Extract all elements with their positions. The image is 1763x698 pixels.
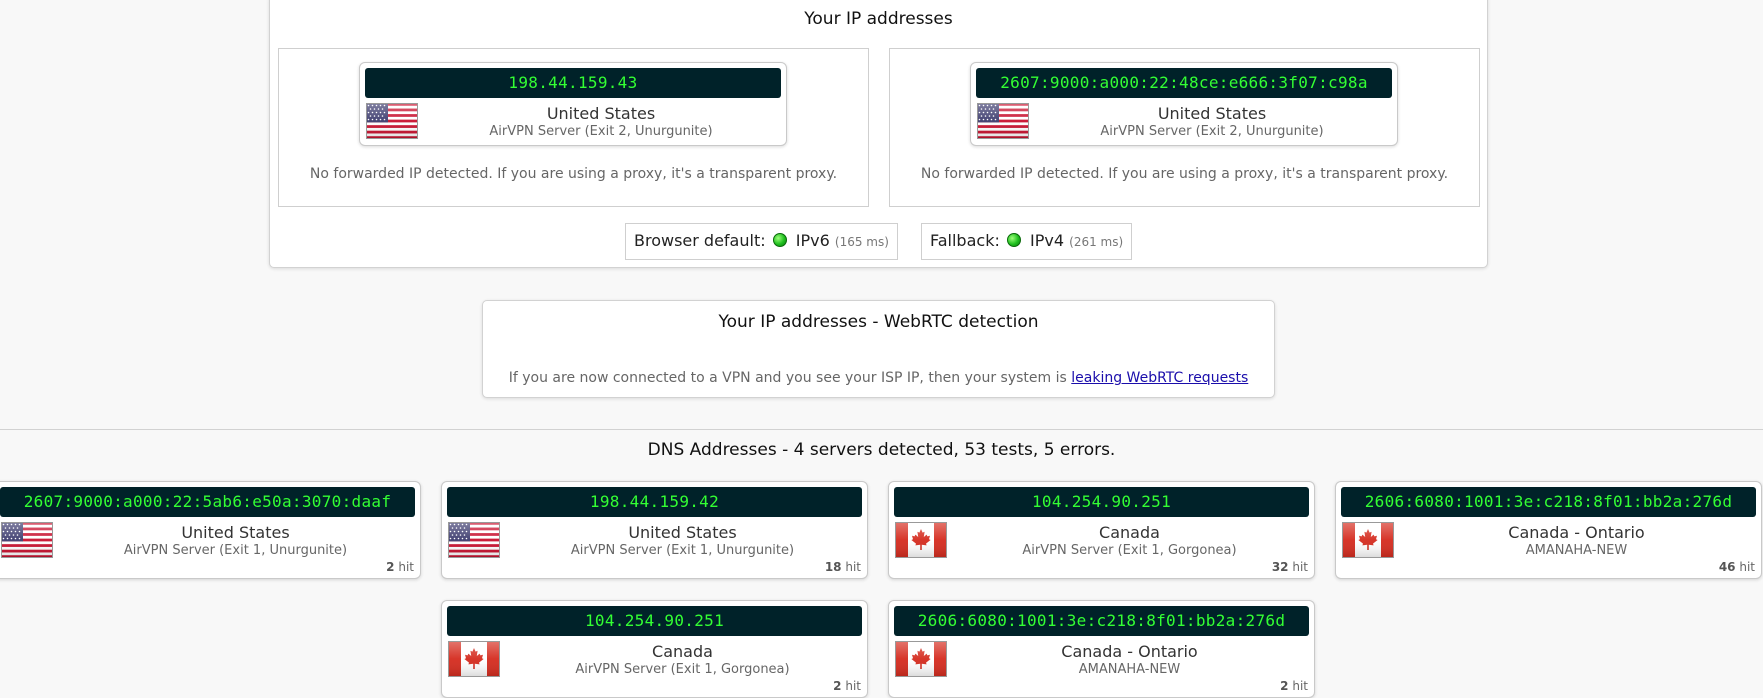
browser-default-box: Browser default: IPv6 (165 ms): [625, 223, 898, 260]
ipv6-card: 2607:9000:a000:22:48ce:e666:3f07:c98a Un…: [970, 62, 1398, 146]
us-flag-icon: [366, 103, 418, 139]
ca-flag-icon: [448, 641, 500, 677]
webrtc-title: Your IP addresses - WebRTC detection: [718, 312, 1039, 332]
ca-flag-icon: [895, 522, 947, 558]
us-flag-icon: [1, 522, 53, 558]
ipv6-address[interactable]: 2607:9000:a000:22:48ce:e666:3f07:c98a: [976, 68, 1392, 98]
fallback-ms: (261 ms): [1069, 235, 1124, 249]
dns-country: Canada - Ontario: [1508, 523, 1645, 542]
webrtc-panel: Your IP addresses - WebRTC detection If …: [482, 300, 1275, 398]
ipv6-server: AirVPN Server (Exit 2, Unurgunite): [1100, 124, 1324, 139]
fallback-label: Fallback:: [930, 231, 1000, 250]
fallback-box: Fallback: IPv4 (261 ms): [921, 223, 1133, 260]
dns-ip[interactable]: 198.44.159.42: [447, 487, 862, 517]
dns-server: AirVPN Server (Exit 1, Gorgonea): [1022, 543, 1237, 558]
dns-title: DNS Addresses - 4 servers detected, 53 t…: [647, 440, 1116, 460]
ipv6-box: 2607:9000:a000:22:48ce:e666:3f07:c98a Un…: [889, 48, 1480, 207]
dns-card: 104.254.90.251 Canada AirVPN Server (Exi…: [441, 600, 868, 698]
dns-ip[interactable]: 2606:6080:1001:3e:c218:8f01:bb2a:276d: [1341, 487, 1756, 517]
status-ok-icon: [1006, 233, 1021, 247]
ipv4-forward-note: No forwarded IP detected. If you are usi…: [309, 166, 838, 182]
dns-country: Canada - Ontario: [1061, 642, 1198, 661]
dns-hits: 32 hit: [1271, 560, 1308, 574]
dns-card: 104.254.90.251 Canada AirVPN Server (Exi…: [888, 481, 1315, 579]
webrtc-note: If you are now connected to a VPN and yo…: [483, 370, 1274, 386]
dns-hits: 2 hit: [386, 560, 414, 574]
ipv6-forward-note: No forwarded IP detected. If you are usi…: [920, 166, 1449, 182]
ipv4-card: 198.44.159.43 United States AirVPN Serve…: [359, 62, 787, 146]
fallback-proto: IPv4: [1030, 231, 1065, 250]
ca-flag-icon: [895, 641, 947, 677]
browser-default-label: Browser default:: [634, 231, 766, 250]
dns-card: 198.44.159.42 United States AirVPN Serve…: [441, 481, 868, 579]
ipv6-country: United States: [1157, 104, 1267, 123]
dns-ip[interactable]: 104.254.90.251: [447, 606, 862, 636]
dns-country: Canada: [1099, 523, 1160, 542]
us-flag-icon: [977, 103, 1029, 139]
ca-flag-icon: [1342, 522, 1394, 558]
us-flag-icon: [448, 522, 500, 558]
dns-divider: [0, 429, 1763, 430]
dns-server: AirVPN Server (Exit 1, Unurgunite): [123, 543, 348, 558]
dns-card: 2606:6080:1001:3e:c218:8f01:bb2a:276d Ca…: [1335, 481, 1762, 579]
dns-server: AMANAHA-NEW: [1525, 543, 1628, 558]
dns-ip[interactable]: 104.254.90.251: [894, 487, 1309, 517]
dns-ip[interactable]: 2606:6080:1001:3e:c218:8f01:bb2a:276d: [894, 606, 1309, 636]
dns-hits: 46 hit: [1718, 560, 1755, 574]
status-ok-icon: [772, 233, 787, 247]
ip-addresses-panel: Your IP addresses 198.44.159.43 United S…: [269, 0, 1488, 268]
ipv4-box: 198.44.159.43 United States AirVPN Serve…: [278, 48, 869, 207]
webrtc-leak-link[interactable]: leaking WebRTC requests: [1071, 370, 1248, 386]
dns-country: United States: [181, 523, 290, 542]
dns-hits: 2 hit: [833, 679, 861, 693]
ipv4-address[interactable]: 198.44.159.43: [365, 68, 781, 98]
ip-panel-title: Your IP addresses: [804, 9, 953, 29]
dns-country: United States: [628, 523, 737, 542]
dns-country: Canada: [652, 642, 713, 661]
dns-server: AirVPN Server (Exit 1, Gorgonea): [575, 662, 790, 677]
dns-hits: 2 hit: [1280, 679, 1308, 693]
dns-hits: 18 hit: [824, 560, 861, 574]
browser-default-ms: (165 ms): [834, 235, 889, 249]
webrtc-note-text: If you are now connected to a VPN and yo…: [508, 370, 1067, 386]
dns-server: AMANAHA-NEW: [1078, 662, 1181, 677]
ipv4-server: AirVPN Server (Exit 2, Unurgunite): [489, 124, 713, 139]
dns-ip[interactable]: 2607:9000:a000:22:5ab6:e50a:3070:daaf: [0, 487, 415, 517]
browser-default-proto: IPv6: [795, 231, 830, 250]
dns-card: 2607:9000:a000:22:5ab6:e50a:3070:daaf Un…: [0, 481, 421, 579]
ipv4-country: United States: [546, 104, 656, 123]
dns-server: AirVPN Server (Exit 1, Unurgunite): [570, 543, 795, 558]
dns-card: 2606:6080:1001:3e:c218:8f01:bb2a:276d Ca…: [888, 600, 1315, 698]
